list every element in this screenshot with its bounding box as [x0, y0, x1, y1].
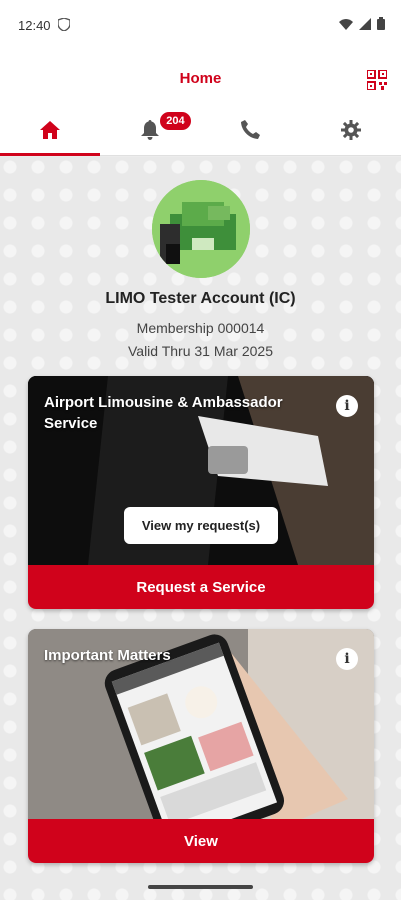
info-icon[interactable]: i [336, 395, 358, 417]
info-icon[interactable]: i [336, 648, 358, 670]
gear-icon [340, 119, 361, 140]
status-time: 12:40 [18, 18, 51, 33]
status-bar: 12:40 [0, 0, 401, 52]
tab-bar: 204 [0, 104, 401, 156]
notification-badge: 204 [158, 110, 193, 132]
gesture-bar[interactable] [148, 885, 253, 889]
view-button[interactable]: View [28, 819, 374, 863]
bell-icon [141, 119, 160, 140]
shield-icon [58, 18, 70, 31]
app-bar: Home [0, 52, 401, 104]
view-requests-button[interactable]: View my request(s) [124, 507, 278, 544]
limousine-service-card: Airport Limousine & Ambassador Service i… [28, 376, 374, 609]
home-icon [40, 120, 61, 139]
page-title: Home [179, 70, 222, 87]
limousine-card-title: Airport Limousine & Ambassador Service [44, 394, 283, 432]
avatar-image [152, 180, 250, 278]
membership-number: Membership 000014 [136, 320, 265, 336]
battery-icon [377, 17, 385, 30]
wifi-icon [339, 18, 353, 30]
tab-settings[interactable] [301, 104, 401, 155]
signal-icon [359, 17, 371, 30]
status-icons [339, 17, 385, 30]
phone-icon [241, 120, 261, 139]
important-matters-card: Important Matters i View [28, 629, 374, 863]
tab-phone[interactable] [201, 104, 301, 155]
profile-name: LIMO Tester Account (IC) [105, 290, 296, 307]
qr-code-icon[interactable] [367, 70, 387, 90]
membership-validity: Valid Thru 31 Mar 2025 [127, 343, 273, 359]
important-matters-title: Important Matters [44, 647, 171, 664]
request-service-button[interactable]: Request a Service [28, 565, 374, 609]
tab-home[interactable] [0, 104, 101, 156]
tab-notifications[interactable]: 204 [100, 104, 200, 155]
home-content: LIMO Tester Account (IC) Membership 0000… [0, 157, 401, 900]
avatar[interactable] [152, 180, 250, 278]
